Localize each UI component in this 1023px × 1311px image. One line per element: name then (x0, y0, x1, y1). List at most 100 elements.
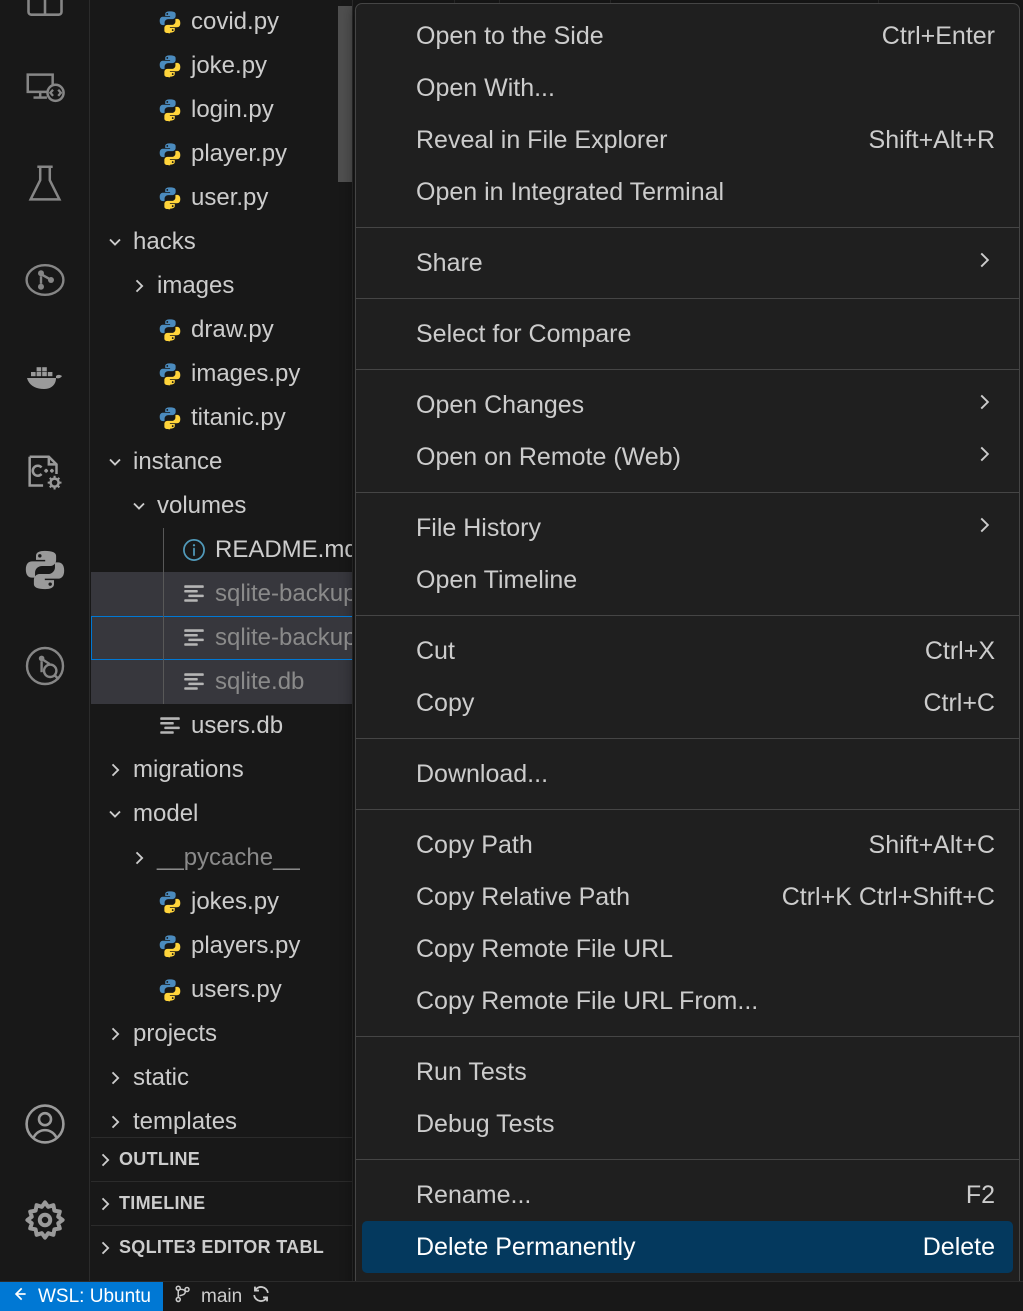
chevron-right-icon[interactable] (101, 1023, 129, 1046)
tree-item[interactable]: player.py (91, 132, 352, 176)
tree-item-label: joke.py (191, 52, 268, 79)
python-file-icon (153, 9, 187, 35)
menu-item-accelerator: Ctrl+X (924, 636, 995, 665)
sqlite-explorer-icon[interactable] (0, 634, 90, 698)
menu-item-copy-remote-file-url[interactable]: Copy Remote File URL (356, 923, 1019, 975)
account-icon[interactable] (0, 1092, 90, 1156)
menu-item-open-to-the-side[interactable]: Open to the Side Ctrl+Enter (356, 10, 1019, 62)
tree-item[interactable]: login.py (91, 88, 352, 132)
python-file-icon (153, 361, 187, 387)
chevron-right-icon[interactable] (101, 1067, 129, 1090)
tree-item-label: model (133, 800, 199, 827)
tree-item[interactable]: sqlite.db (91, 660, 352, 704)
tree-item-label: volumes (157, 492, 247, 519)
status-remote-indicator[interactable]: WSL: Ubuntu (0, 1281, 163, 1311)
tree-item[interactable]: users.py (91, 968, 352, 1012)
menu-item-file-history[interactable]: File History (356, 502, 1019, 554)
sidebar-section-outline[interactable]: OUTLINE (91, 1137, 352, 1181)
tree-item[interactable]: __pycache__ (91, 836, 352, 880)
tree-item[interactable]: jokes.py (91, 880, 352, 924)
remote-explorer-icon[interactable] (0, 56, 90, 120)
sidebar-section-sqlite3[interactable]: SQLITE3 EDITOR TABL (91, 1225, 352, 1269)
tree-item[interactable]: images (91, 264, 352, 308)
python-file-icon (153, 141, 187, 167)
tree-item[interactable]: covid.py (91, 0, 352, 44)
menu-item-select-for-compare[interactable]: Select for Compare (356, 308, 1019, 360)
menu-item-accelerator: Ctrl+Enter (881, 21, 995, 50)
tree-item[interactable]: model (91, 792, 352, 836)
tree-item[interactable]: projects (91, 1012, 352, 1056)
menu-item-run-tests[interactable]: Run Tests (356, 1046, 1019, 1098)
tree-item[interactable]: images.py (91, 352, 352, 396)
chevron-right-icon (973, 514, 997, 543)
tree-item[interactable]: joke.py (91, 44, 352, 88)
tree-item[interactable]: static (91, 1056, 352, 1100)
tree-item[interactable]: user.py (91, 176, 352, 220)
python-icon[interactable] (0, 538, 90, 602)
menu-item-label: Open With... (416, 73, 555, 102)
sidebar-section-timeline[interactable]: TIMELINE (91, 1181, 352, 1225)
menu-item-open-changes[interactable]: Open Changes (356, 379, 1019, 431)
menu-item-download[interactable]: Download... (356, 748, 1019, 800)
tree-item[interactable]: players.py (91, 924, 352, 968)
menu-item-open-timeline[interactable]: Open Timeline (356, 554, 1019, 606)
tree-item[interactable]: users.db (91, 704, 352, 748)
sync-refresh-icon[interactable] (250, 1283, 272, 1311)
chevron-right-icon[interactable] (125, 847, 153, 870)
tree-item[interactable]: sqlite-backup- (91, 572, 352, 616)
menu-item-label: Copy Relative Path (416, 882, 631, 911)
tree-item[interactable]: volumes (91, 484, 352, 528)
menu-item-copy-path[interactable]: Copy Path Shift+Alt+C (356, 819, 1019, 871)
chevron-right-icon[interactable] (91, 1148, 119, 1171)
chevron-right-icon (973, 391, 997, 420)
menu-item-rename[interactable]: Rename... F2 (356, 1169, 1019, 1221)
tree-item[interactable]: titanic.py (91, 396, 352, 440)
tree-item[interactable]: draw.py (91, 308, 352, 352)
explorer-scrollbar[interactable] (338, 6, 352, 182)
menu-item-delete-permanently[interactable]: Delete Permanently Delete (362, 1221, 1013, 1273)
tree-item[interactable]: hacks (91, 220, 352, 264)
tree-item[interactable]: sqlite-backup. (91, 616, 353, 660)
tree-item[interactable]: instance (91, 440, 352, 484)
layout-panel-icon[interactable] (0, 0, 90, 32)
menu-item-open-with[interactable]: Open With... (356, 62, 1019, 114)
menu-item-label: Open to the Side (416, 21, 604, 50)
menu-item-share[interactable]: Share (356, 237, 1019, 289)
menu-item-cut[interactable]: Cut Ctrl+X (356, 625, 1019, 677)
cpp-settings-icon[interactable] (0, 442, 90, 506)
chevron-right-icon[interactable] (101, 759, 129, 782)
menu-item-reveal-in-file-explorer[interactable]: Reveal in File Explorer Shift+Alt+R (356, 114, 1019, 166)
section-label: SQLITE3 EDITOR TABL (119, 1237, 325, 1257)
testing-flask-icon[interactable] (0, 152, 90, 216)
status-branch[interactable]: main (163, 1282, 282, 1311)
menu-separator (356, 738, 1019, 739)
chevron-down-icon[interactable] (101, 451, 129, 474)
chevron-right-icon[interactable] (125, 275, 153, 298)
status-bar: WSL: Ubuntu main (0, 1281, 1023, 1311)
menu-item-label: Copy Remote File URL From... (416, 986, 759, 1015)
chevron-right-icon[interactable] (91, 1192, 119, 1215)
chevron-right-icon[interactable] (91, 1236, 119, 1259)
menu-item-copy-remote-file-url-from[interactable]: Copy Remote File URL From... (356, 975, 1019, 1027)
menu-item-copy[interactable]: Copy Ctrl+C (356, 677, 1019, 729)
chevron-down-icon[interactable] (101, 231, 129, 254)
menu-item-open-on-remote-web[interactable]: Open on Remote (Web) (356, 431, 1019, 483)
menu-item-accelerator: Shift+Alt+C (868, 830, 995, 859)
menu-item-debug-tests[interactable]: Debug Tests (356, 1098, 1019, 1150)
tree-item[interactable]: migrations (91, 748, 352, 792)
docker-icon[interactable] (0, 346, 90, 410)
chevron-right-icon[interactable] (101, 1111, 129, 1134)
file-tree[interactable]: covid.py joke.py login.py player.py user.py h… (91, 0, 353, 1144)
chevron-down-icon[interactable] (101, 803, 129, 826)
file-context-menu[interactable]: Open to the Side Ctrl+Enter Open With... Re… (355, 3, 1020, 1311)
source-control-graph-icon[interactable] (0, 248, 90, 312)
python-file-icon (153, 977, 187, 1003)
menu-item-open-in-integrated-terminal[interactable]: Open in Integrated Terminal (356, 166, 1019, 218)
settings-gear-icon[interactable] (0, 1188, 90, 1252)
tree-item[interactable]: README.md (91, 528, 352, 572)
menu-item-label: Copy Path (416, 830, 533, 859)
chevron-down-icon[interactable] (125, 495, 153, 518)
python-file-icon (153, 889, 187, 915)
tree-item-label: sqlite-backup. (215, 624, 353, 651)
menu-item-copy-relative-path[interactable]: Copy Relative Path Ctrl+K Ctrl+Shift+C (356, 871, 1019, 923)
